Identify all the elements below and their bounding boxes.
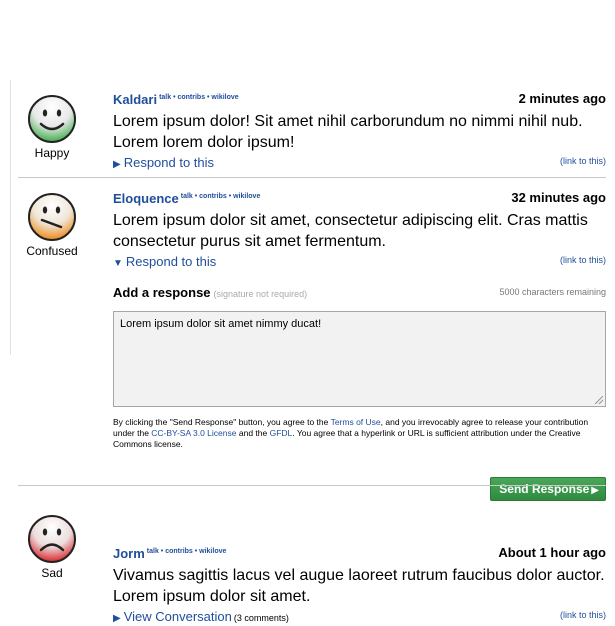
response-textarea-value: Lorem ipsum dolor sit amet nimmy ducat! <box>120 318 322 330</box>
gfdl-link[interactable]: GFDL <box>270 428 293 438</box>
respond-link[interactable]: ▶ Respond to this <box>113 155 214 170</box>
permalink[interactable]: (link to this) <box>560 156 606 166</box>
user-tool-links[interactable]: talk • contribs • wikilove <box>181 193 261 200</box>
timestamp: 2 minutes ago <box>518 91 606 106</box>
confused-face-icon <box>28 193 76 241</box>
username-link[interactable]: Kaldari <box>113 92 157 107</box>
sad-face-icon <box>28 515 76 563</box>
terms-notice: By clicking the "Send Response" button, … <box>113 417 589 449</box>
mood-label: Sad <box>41 566 63 580</box>
expand-arrow-icon: ▶ <box>113 613 121 624</box>
response-form: Add a response (signature not required) 5… <box>113 284 606 501</box>
view-conversation-link[interactable]: ▶ View Conversation <box>113 609 232 624</box>
resize-grip-icon[interactable] <box>595 396 603 404</box>
cc-by-sa-link[interactable]: CC-BY-SA 3.0 License <box>151 428 236 438</box>
mood-confused: Confused <box>18 192 86 258</box>
respond-label: Respond to this <box>123 155 215 170</box>
respond-link[interactable]: ▼ Respond to this <box>113 254 216 269</box>
user-tool-links[interactable]: talk • contribs • wikilove <box>147 548 227 555</box>
collapse-arrow-icon: ▼ <box>113 258 123 269</box>
user-tool-links[interactable]: talk • contribs • wikilove <box>159 94 239 101</box>
respond-label: Respond to this <box>125 254 217 269</box>
username-link[interactable]: Eloquence <box>113 191 179 206</box>
terms-of-use-link[interactable]: Terms of Use <box>331 417 381 427</box>
response-textarea[interactable]: Lorem ipsum dolor sit amet nimmy ducat! <box>113 311 606 407</box>
comment-text: Lorem ipsum dolor sit amet, consectetur … <box>113 212 588 250</box>
comment-text: Vivamus sagittis lacus vel augue laoreet… <box>113 567 605 605</box>
comment-jorm: Sad Jorm talk • contribs • wikilove About… <box>18 486 606 624</box>
signature-note: (signature not required) <box>213 289 308 299</box>
mood-label: Happy <box>34 146 70 160</box>
view-conversation-label: View Conversation <box>123 609 232 624</box>
response-title: Add a response <box>113 285 211 300</box>
mood-happy: Happy <box>18 94 86 160</box>
timestamp: About 1 hour ago <box>498 545 606 560</box>
characters-remaining: 5000 characters remaining <box>499 287 606 297</box>
comment-count: (3 comments) <box>233 613 289 623</box>
mood-label: Confused <box>26 244 78 258</box>
username-link[interactable]: Jorm <box>113 546 145 561</box>
mood-sad: Sad <box>18 514 86 580</box>
permalink[interactable]: (link to this) <box>560 255 606 265</box>
expand-arrow-icon: ▶ <box>113 159 121 170</box>
comment-text: Lorem ipsum dolor! Sit amet nihil carbor… <box>113 113 583 151</box>
happy-face-icon <box>28 95 76 143</box>
timestamp: 32 minutes ago <box>511 190 606 205</box>
left-divider <box>10 80 11 355</box>
comment-kaldari: Happy Kaldari talk • contribs • wikilove … <box>18 80 606 178</box>
permalink[interactable]: (link to this) <box>560 610 606 620</box>
